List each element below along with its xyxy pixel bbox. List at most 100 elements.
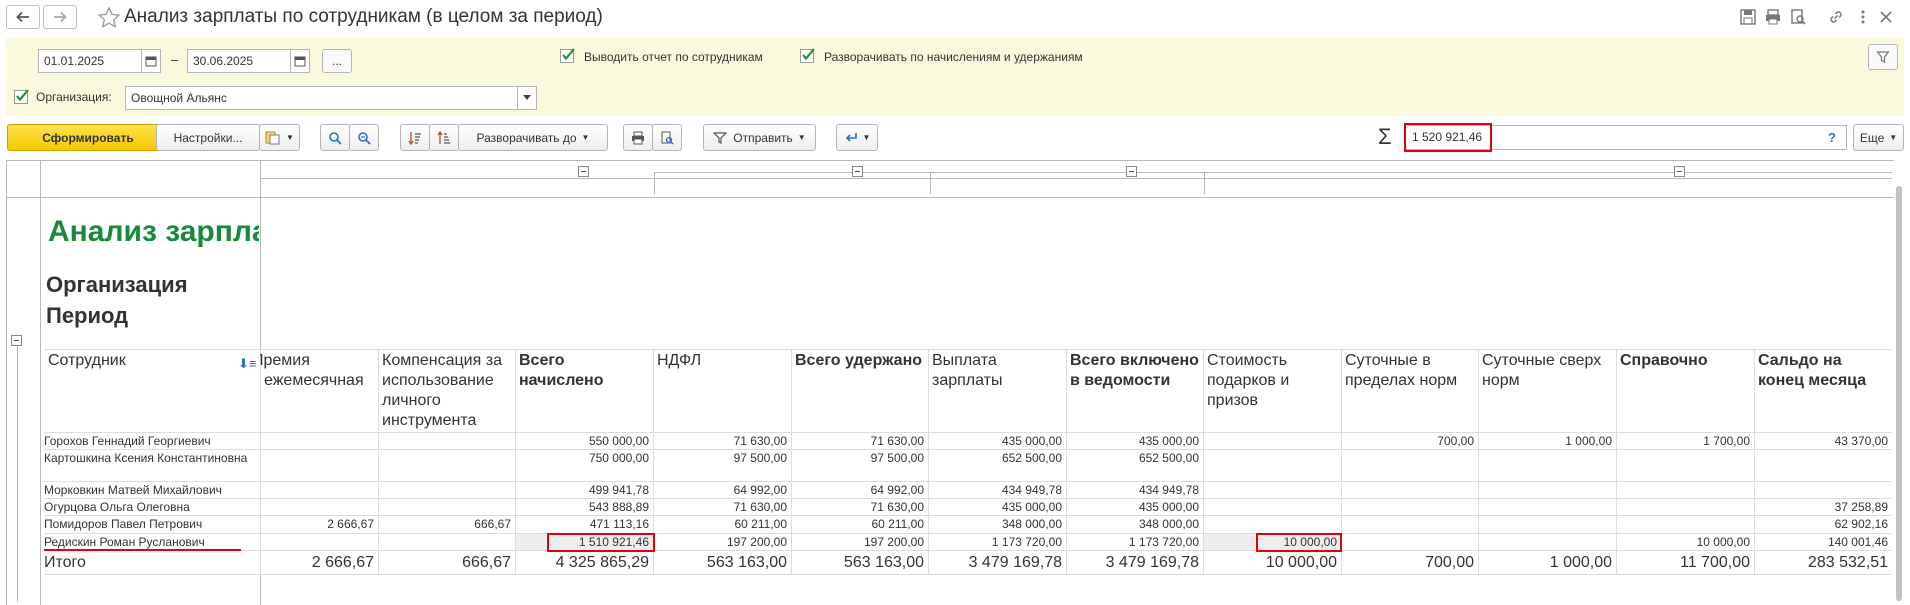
column-header[interactable]: Всего удержано: [791, 351, 924, 431]
table-cell-value[interactable]: 652 500,00: [1066, 451, 1199, 466]
column-header[interactable]: Выплата зарплаты: [928, 351, 1062, 431]
organization-checkbox[interactable]: [14, 89, 29, 104]
total-cell-value[interactable]: 3 479 169,78: [928, 553, 1062, 573]
table-cell-value[interactable]: 550 000,00: [515, 434, 649, 449]
help-button[interactable]: ?: [1828, 130, 1836, 145]
table-cell-value[interactable]: 700,00: [1341, 434, 1474, 449]
print-icon[interactable]: [1764, 8, 1782, 26]
find-button[interactable]: [320, 124, 350, 151]
column-header[interactable]: НДФЛ: [653, 351, 787, 431]
organization-input[interactable]: Овощной Альянс: [125, 86, 518, 110]
table-cell-value[interactable]: 64 992,00: [653, 483, 787, 498]
more-vertical-icon[interactable]: [1854, 8, 1872, 26]
organization-dropdown-button[interactable]: [517, 86, 537, 110]
employee-name-cell[interactable]: Горохов Геннадий Георгиевич: [44, 434, 259, 449]
expand-to-button[interactable]: Разворачивать до ▼: [458, 124, 608, 151]
variants-dropdown-button[interactable]: ▼: [259, 124, 300, 151]
send-button[interactable]: Отправить ▼: [703, 124, 816, 151]
vertical-scrollbar[interactable]: [1895, 182, 1903, 602]
date-from-calendar-button[interactable]: [141, 49, 161, 73]
table-cell-value[interactable]: 435 000,00: [928, 434, 1062, 449]
table-cell-value[interactable]: 10 000,00: [1616, 535, 1750, 550]
table-cell-value[interactable]: 1 173 720,00: [1066, 535, 1199, 550]
table-cell-value[interactable]: 543 888,89: [515, 500, 649, 515]
total-cell-value[interactable]: 666,67: [378, 553, 511, 573]
table-cell-value[interactable]: 60 211,00: [653, 517, 788, 532]
preview-icon[interactable]: [1789, 8, 1807, 26]
table-cell-value[interactable]: 348 000,00: [928, 517, 1062, 532]
table-cell-value[interactable]: 64 992,00: [791, 483, 924, 498]
total-cell-value[interactable]: 3 479 169,78: [1066, 553, 1199, 573]
collapse-rows-toggle[interactable]: [11, 335, 22, 346]
column-header[interactable]: Суточные в пределах норм: [1341, 351, 1474, 431]
column-header[interactable]: Всего начислено: [515, 351, 649, 431]
total-cell-value[interactable]: 11 700,00: [1616, 553, 1750, 573]
table-cell-value[interactable]: 435 000,00: [1066, 500, 1199, 515]
sort-desc-button[interactable]: [400, 124, 430, 151]
column-header[interactable]: Стоимость подарков и призов: [1203, 351, 1337, 431]
favorite-star-icon[interactable]: [96, 5, 122, 31]
find-next-button[interactable]: [349, 124, 379, 151]
table-cell-value[interactable]: 71 630,00: [653, 434, 787, 449]
table-cell-value[interactable]: 140 001,46: [1754, 535, 1888, 550]
more-button[interactable]: Еще ▼: [1853, 124, 1904, 151]
table-cell-value[interactable]: 434 949,78: [1066, 483, 1199, 498]
table-cell-value[interactable]: 435 000,00: [1066, 434, 1199, 449]
table-cell-value[interactable]: 1 000,00: [1478, 434, 1612, 449]
by-employees-checkbox[interactable]: [560, 48, 575, 63]
table-cell-value[interactable]: 434 949,78: [928, 483, 1062, 498]
back-button[interactable]: [6, 5, 40, 29]
filter-button[interactable]: [1868, 44, 1898, 70]
save-icon[interactable]: [1739, 8, 1757, 26]
employee-name-cell[interactable]: Редискин Роман Русланович: [44, 535, 259, 550]
table-cell-value[interactable]: 71 630,00: [791, 500, 924, 515]
table-cell-value[interactable]: 348 000,00: [1066, 517, 1199, 532]
table-cell-value[interactable]: 37 258,89: [1754, 500, 1888, 515]
table-cell-value[interactable]: 62 902,16: [1754, 517, 1888, 532]
total-cell-value[interactable]: 700,00: [1341, 553, 1474, 573]
table-cell-value[interactable]: 60 211,00: [791, 517, 925, 532]
close-icon[interactable]: [1877, 8, 1895, 26]
total-cell-value[interactable]: 4 325 865,29: [515, 553, 649, 573]
table-cell-value[interactable]: 750 000,00: [515, 451, 649, 466]
column-header[interactable]: Всего включено в ведомости: [1066, 351, 1199, 431]
total-cell-value[interactable]: 1 000,00: [1478, 553, 1612, 573]
column-header[interactable]: Суточные сверх норм: [1478, 351, 1612, 431]
table-cell-value[interactable]: 1 700,00: [1616, 434, 1750, 449]
column-header-employee[interactable]: Сотрудник: [44, 351, 256, 431]
table-cell-value[interactable]: 2 666,67: [260, 517, 374, 532]
print-button[interactable]: [623, 124, 653, 151]
table-cell-value[interactable]: 499 941,78: [515, 483, 649, 498]
settings-button[interactable]: Настройки...: [156, 124, 260, 151]
table-cell-value[interactable]: 43 370,00: [1754, 434, 1888, 449]
column-header[interactable]: Сальдо на конец месяца: [1754, 351, 1888, 431]
collapse-columns-toggle[interactable]: [852, 166, 863, 177]
sort-indicator-icon[interactable]: ⬇≡: [238, 356, 256, 371]
employee-name-cell[interactable]: Картошкина Ксения Константиновна: [44, 451, 259, 466]
total-cell-value[interactable]: 283 532,51: [1754, 553, 1888, 573]
column-header[interactable]: Компенсация за использование личного инс…: [378, 351, 511, 431]
table-cell-value[interactable]: 197 200,00: [653, 535, 787, 550]
sort-asc-button[interactable]: [429, 124, 459, 151]
select-period-button[interactable]: ...: [322, 49, 352, 73]
table-cell-value[interactable]: 71 630,00: [653, 500, 787, 515]
total-cell-value[interactable]: 10 000,00: [1203, 553, 1337, 573]
table-cell-value[interactable]: 471 113,16: [515, 517, 649, 532]
employee-name-cell[interactable]: Морковкин Матвей Михайлович: [44, 483, 259, 498]
table-cell-value[interactable]: 197 200,00: [791, 535, 924, 550]
table-cell-value[interactable]: 97 500,00: [791, 451, 924, 466]
forward-button[interactable]: [43, 5, 77, 29]
table-cell-value[interactable]: 71 630,00: [791, 434, 924, 449]
table-cell-value[interactable]: 652 500,00: [928, 451, 1062, 466]
generate-button[interactable]: Сформировать: [7, 124, 169, 151]
column-header[interactable]: Премия ежемесячная: [260, 351, 374, 431]
table-cell-value[interactable]: 666,67: [378, 517, 511, 532]
column-header[interactable]: Справочно: [1616, 351, 1750, 431]
date-to-calendar-button[interactable]: [290, 49, 310, 73]
total-cell-value[interactable]: 563 163,00: [653, 553, 787, 573]
navigate-dropdown-button[interactable]: ▼: [836, 124, 878, 151]
total-cell-value[interactable]: 2 666,67: [260, 553, 374, 573]
collapse-columns-toggle[interactable]: [1126, 166, 1137, 177]
employee-name-cell[interactable]: Огурцова Ольга Олеговна: [44, 500, 259, 515]
date-from-input[interactable]: 01.01.2025: [38, 49, 142, 73]
